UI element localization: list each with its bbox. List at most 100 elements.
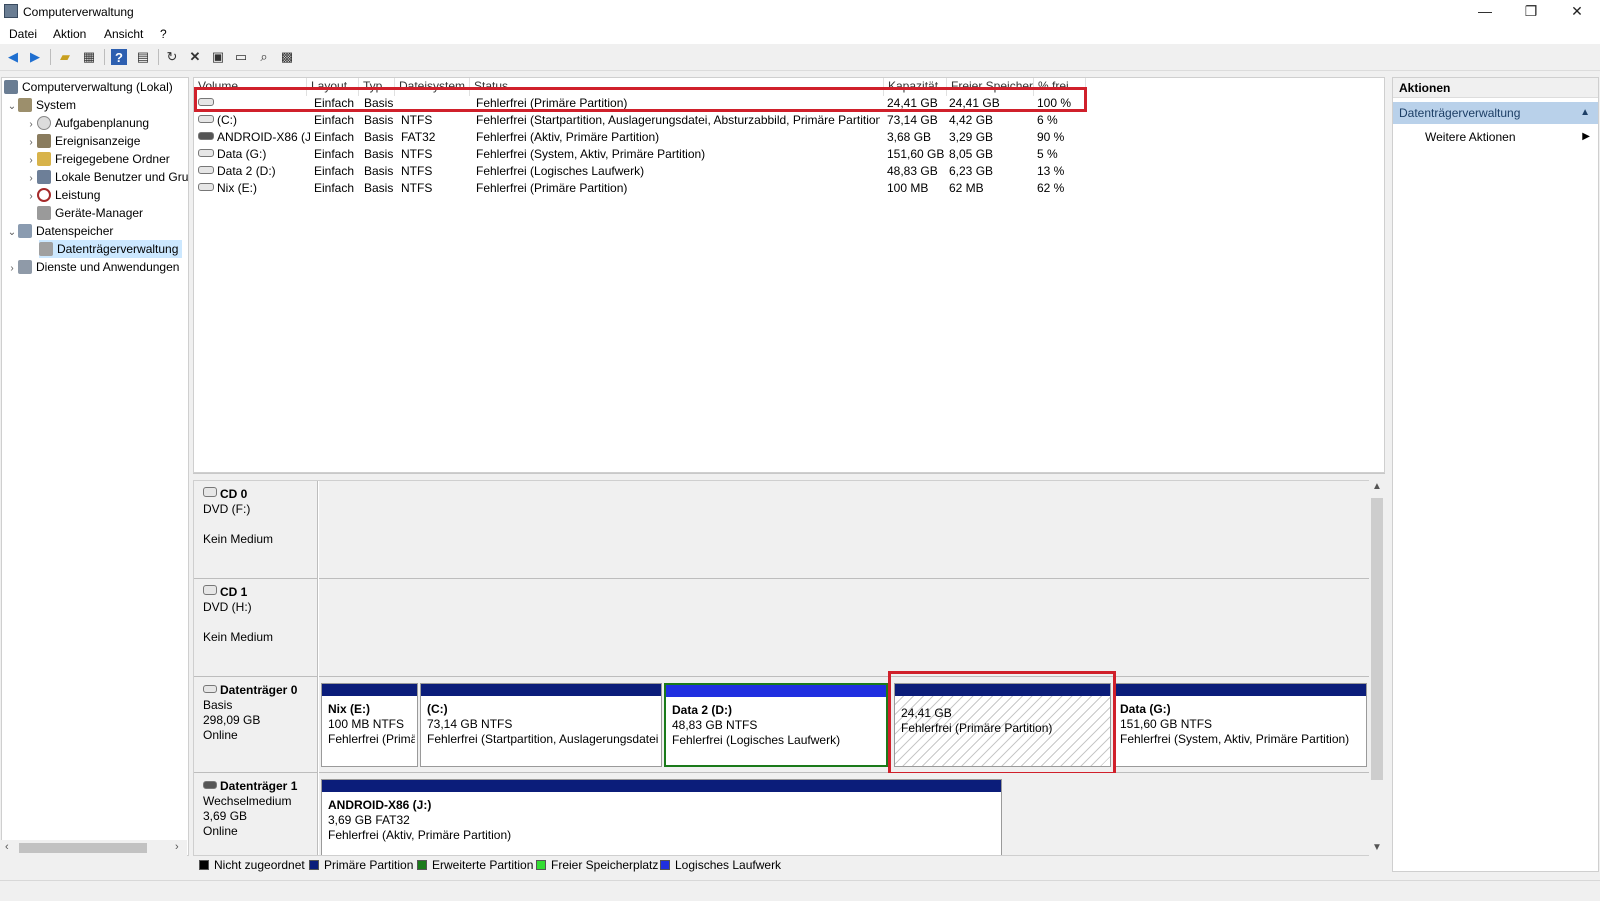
- tree-item-lokale-benutzer[interactable]: ›Lokale Benutzer und Gruppen: [25, 168, 188, 186]
- table-row[interactable]: Nix (E:) Einfach Basis NTFS Fehlerfrei (…: [194, 180, 1384, 197]
- layout-cell: Einfach: [314, 113, 355, 127]
- menu-help[interactable]: ?: [160, 27, 167, 41]
- forward-arrow-icon[interactable]: ▶: [27, 49, 43, 65]
- legend-extended: Erweiterte Partition: [417, 858, 533, 872]
- performance-icon: [37, 188, 51, 202]
- tree-item-leistung[interactable]: › Leistung: [25, 186, 100, 204]
- legend-swatch: [536, 860, 546, 870]
- tree-item-ereignisanzeige[interactable]: › Ereignisanzeige: [25, 132, 140, 150]
- partition-bar: [322, 780, 1001, 792]
- action-label: Weitere Aktionen: [1425, 130, 1516, 144]
- up-folder-icon[interactable]: ▰: [57, 49, 73, 65]
- actions-pane: Aktionen Datenträgerverwaltung ▲ Weitere…: [1392, 77, 1599, 872]
- scrollbar-thumb[interactable]: [19, 843, 147, 853]
- cd-drive-icon: [203, 487, 217, 497]
- status-cell: Fehlerfrei (System, Aktiv, Primäre Parti…: [476, 147, 706, 161]
- tree-item-aufgabenplanung[interactable]: › Aufgabenplanung: [25, 114, 149, 132]
- table-row[interactable]: ANDROID-X86 (J:) Einfach Basis FAT32 Feh…: [194, 129, 1384, 146]
- tree-item-datentraegerverwaltung[interactable]: Datenträgerverwaltung: [39, 240, 183, 258]
- restore-button[interactable]: ❐: [1508, 0, 1554, 24]
- pane-splitter[interactable]: [193, 473, 1385, 480]
- tree-item-freigegebene-ordner[interactable]: › Freigegebene Ordner: [25, 150, 170, 168]
- delete-icon[interactable]: ✕: [187, 49, 203, 65]
- close-button[interactable]: ✕: [1554, 0, 1600, 24]
- disk-name: Datenträger 1: [220, 779, 298, 793]
- layout-cell: Einfach: [314, 147, 355, 161]
- legend-swatch: [309, 860, 319, 870]
- search-icon[interactable]: ⌕: [256, 49, 272, 65]
- partition-nix[interactable]: Nix (E:)100 MB NTFSFehlerfrei (Primäre P…: [321, 683, 418, 767]
- help-icon[interactable]: ?: [111, 49, 127, 65]
- drive-icon: [198, 149, 214, 157]
- partition-j[interactable]: ANDROID-X86 (J:) 3,69 GB FAT32 Fehlerfrei …: [321, 779, 1002, 855]
- status-bar: [0, 880, 1600, 901]
- typ-cell: Basis: [364, 164, 394, 178]
- disk-status: Online: [203, 824, 238, 838]
- scroll-down-icon[interactable]: ▼: [1372, 842, 1382, 853]
- status-cell: Fehlerfrei (Logisches Laufwerk): [476, 164, 645, 178]
- percent-cell: 13 %: [1037, 164, 1065, 178]
- disk-type: Basis: [203, 698, 233, 712]
- disk-management-icon: [39, 242, 53, 256]
- back-arrow-icon[interactable]: ◀: [5, 49, 21, 65]
- scroll-up-icon[interactable]: ▲: [1372, 481, 1382, 492]
- partition-c[interactable]: (C:) 73,14 GB NTFS Fehlerfrei (Startpartit…: [420, 683, 662, 767]
- capacity-cell: 151,60 GB: [887, 147, 945, 161]
- partition-d[interactable]: Data 2 (D:) 48,83 GB NTFS Fehlerfrei (Logi…: [664, 683, 888, 767]
- partition-info: Nix (E:)100 MB NTFSFehlerfrei (Primäre P…: [328, 702, 415, 746]
- device-manager-icon: [37, 206, 51, 220]
- tree-item-dienste[interactable]: › Dienste und Anwendungen: [6, 258, 179, 276]
- chevron-right-icon[interactable]: ›: [6, 260, 18, 278]
- tree-label: Dienste und Anwendungen: [36, 260, 180, 274]
- tree-label: Leistung: [55, 188, 101, 202]
- computer-management-icon: [4, 80, 18, 94]
- chevron-down-icon[interactable]: ⌄: [6, 224, 18, 242]
- chevron-down-icon[interactable]: ⌄: [6, 98, 18, 116]
- disk-label-disk1[interactable]: Datenträger 1 Wechselmedium 3,69 GB Onli…: [194, 773, 318, 855]
- partition-g[interactable]: Data (G:) 151,60 GB NTFS Fehlerfrei (Syste…: [1113, 683, 1367, 767]
- tree-item-geraete-manager[interactable]: Geräte-Manager: [37, 204, 143, 222]
- properties-icon[interactable]: ▤: [135, 49, 151, 65]
- disk-label-disk0[interactable]: Datenträger 0 Basis 298,09 GB Online: [194, 677, 318, 773]
- actions-section-datentraegerverwaltung[interactable]: Datenträgerverwaltung ▲: [1393, 102, 1598, 124]
- collapse-up-icon[interactable]: ▲: [1580, 102, 1590, 124]
- tree-item-root[interactable]: Computerverwaltung (Lokal): [4, 78, 173, 96]
- fs-cell: FAT32: [401, 130, 436, 144]
- properties-sheet-icon[interactable]: ▣: [210, 49, 226, 65]
- free-cell: 3,29 GB: [949, 130, 994, 144]
- scroll-left-icon[interactable]: ‹: [5, 841, 9, 853]
- table-row[interactable]: Data 2 (D:) Einfach Basis NTFS Fehlerfre…: [194, 163, 1384, 180]
- tree-label: System: [36, 98, 77, 112]
- partition-bar: [666, 685, 886, 697]
- capacity-cell: 48,83 GB: [887, 164, 938, 178]
- tree-label: Geräte-Manager: [55, 206, 144, 220]
- partition-bar: [421, 684, 661, 696]
- action-weitere-aktionen[interactable]: Weitere Aktionen ▶: [1393, 127, 1598, 147]
- open-folder-icon[interactable]: ▭: [233, 49, 249, 65]
- actions-header: Aktionen: [1393, 78, 1598, 98]
- table-row[interactable]: (C:) Einfach Basis NTFS Fehlerfrei (Star…: [194, 112, 1384, 129]
- partition-info: Data (G:) 151,60 GB NTFS Fehlerfrei (Syste…: [1120, 702, 1350, 746]
- minimize-button[interactable]: —: [1462, 0, 1508, 24]
- toolbar: ◀ ▶ ▰ ▦ ? ▤ ↻ ✕ ▣ ▭ ⌕ ▩: [0, 44, 1600, 71]
- menu-datei[interactable]: Datei: [9, 27, 37, 41]
- tree-item-datenspeicher[interactable]: ⌄ Datenspeicher: [6, 222, 113, 240]
- menu-ansicht[interactable]: Ansicht: [104, 27, 143, 41]
- settings-icon[interactable]: ▩: [279, 49, 295, 65]
- tree-item-system[interactable]: ⌄ System: [6, 96, 76, 114]
- disk-label-cd1[interactable]: CD 1 DVD (H:) Kein Medium: [194, 579, 318, 677]
- show-hide-tree-icon[interactable]: ▦: [81, 49, 97, 65]
- scrollbar-thumb[interactable]: [1371, 498, 1383, 780]
- table-row[interactable]: Data (G:) Einfach Basis NTFS Fehlerfrei …: [194, 146, 1384, 163]
- tree-horizontal-scrollbar[interactable]: ‹ ›: [1, 840, 187, 856]
- legend-primary: Primäre Partition: [309, 858, 413, 872]
- chevron-right-icon[interactable]: ›: [25, 188, 37, 206]
- disk-view-scrollbar[interactable]: ▲ ▼: [1369, 480, 1385, 856]
- legend-swatch: [199, 860, 209, 870]
- status-cell: Fehlerfrei (Startpartition, Auslagerungs…: [476, 113, 880, 127]
- menu-aktion[interactable]: Aktion: [53, 27, 86, 41]
- scroll-right-icon[interactable]: ›: [175, 841, 179, 853]
- disk-label-cd0[interactable]: CD 0 DVD (F:) Kein Medium: [194, 481, 318, 579]
- disk-state: Kein Medium: [203, 532, 274, 546]
- refresh-icon[interactable]: ↻: [164, 49, 180, 65]
